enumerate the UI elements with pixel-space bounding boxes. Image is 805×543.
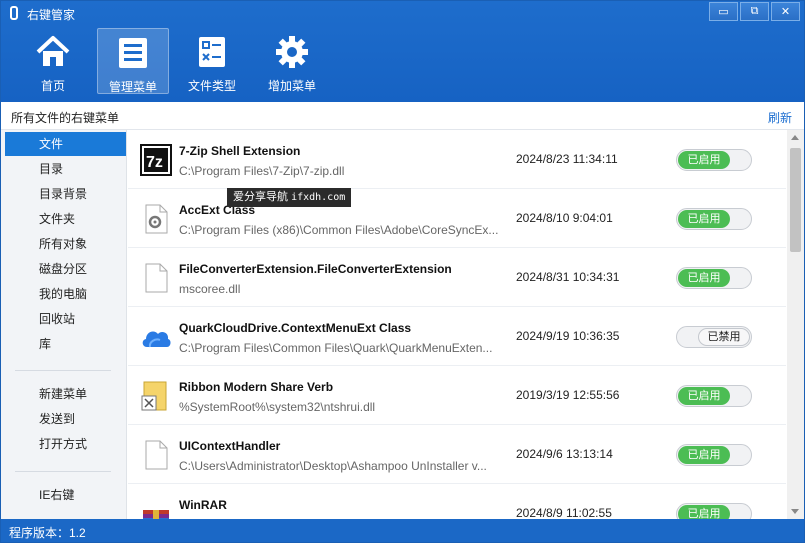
entry-time: 2024/8/9 11:02:55 [516, 506, 612, 519]
status-toggle[interactable]: 已启用 [676, 208, 752, 230]
list-item[interactable]: 7z 7-Zip Shell Extension C:\Program File… [128, 130, 786, 189]
entry-name: QuarkCloudDrive.ContextMenuExt Class [179, 321, 412, 335]
scroll-down-icon[interactable] [791, 509, 799, 514]
winrar-icon [143, 510, 169, 519]
entry-path: %SystemRoot%\system32\ntshrui.dll [179, 400, 376, 414]
close-button[interactable]: ✕ [771, 2, 800, 21]
sidebar-item-new-menu[interactable]: 新建菜单 [5, 382, 126, 406]
title-bar: 右键管家 ▭ ⧉ ✕ [1, 1, 804, 25]
header: 右键管家 ▭ ⧉ ✕ 首页 管理菜单 文件类型 增加菜单 [1, 1, 804, 102]
list-item[interactable]: FileConverterExtension.FileConverterExte… [128, 248, 786, 307]
entry-path: C:\Program Files\Common Files\Quark\Quar… [179, 341, 493, 355]
tool-home[interactable]: 首页 [17, 28, 89, 94]
svg-text:7z: 7z [146, 154, 163, 171]
entry-name: FileConverterExtension.FileConverterExte… [179, 262, 452, 276]
list-item[interactable]: QuarkCloudDrive.ContextMenuExt Class C:\… [128, 307, 786, 366]
sidebar-item-ie-context[interactable]: IE右键 [5, 483, 126, 507]
tool-home-label: 首页 [40, 79, 65, 93]
section-title: 所有文件的右键菜单 [11, 111, 120, 125]
watermark-tooltip: 爱分享导航 ifxdh.com [227, 188, 352, 207]
sub-header: 所有文件的右键菜单 刷新 [1, 102, 804, 130]
entry-name: WinRAR [179, 498, 227, 512]
blank-file-icon [145, 440, 168, 470]
sidebar-item-my-computer[interactable]: 我的电脑 [5, 282, 126, 306]
tool-file-type-label: 文件类型 [187, 79, 236, 93]
7zip-icon: 7z [140, 144, 172, 176]
status-toggle[interactable]: 已启用 [676, 444, 752, 466]
sidebar-item-send-to[interactable]: 发送到 [5, 407, 126, 431]
vertical-scrollbar[interactable] [787, 130, 804, 519]
sidebar-item-folder[interactable]: 文件夹 [5, 207, 126, 231]
restore-button[interactable]: ⧉ [740, 2, 769, 21]
status-bar: 程序版本：1.2 [1, 519, 804, 542]
sidebar-item-directory-background[interactable]: 目录背景 [5, 182, 126, 206]
entry-time: 2024/9/6 13:13:14 [516, 447, 613, 461]
entry-time: 2024/8/31 10:34:31 [516, 270, 620, 284]
status-label: 已禁用 [698, 328, 750, 346]
sidebar: 文件 目录 目录背景 文件夹 所有对象 磁盘分区 我的电脑 回收站 库 新建菜单… [1, 130, 127, 519]
watermark-url: ifxdh.com [291, 192, 346, 203]
toolbar: 首页 管理菜单 文件类型 增加菜单 [1, 25, 804, 102]
sidebar-item-open-with[interactable]: 打开方式 [5, 432, 126, 456]
status-toggle[interactable]: 已启用 [676, 503, 752, 519]
status-label: 已启用 [678, 210, 730, 228]
tool-manage-menu-label: 管理菜单 [108, 80, 157, 94]
sidebar-item-recycle-bin[interactable]: 回收站 [5, 307, 126, 331]
window-title: 右键管家 [27, 8, 76, 22]
status-label: 已启用 [678, 505, 730, 519]
sidebar-item-disk-partition[interactable]: 磁盘分区 [5, 257, 126, 281]
entry-name: 7-Zip Shell Extension [179, 144, 301, 158]
home-icon [36, 36, 70, 66]
window-controls: ▭ ⧉ ✕ [707, 2, 800, 21]
menu-list-icon [119, 38, 147, 68]
watermark-text: 爱分享导航 [233, 191, 288, 203]
status-label: 已启用 [678, 446, 730, 464]
cloud-icon [142, 331, 171, 348]
scroll-thumb[interactable] [790, 148, 801, 252]
status-label: 已启用 [678, 387, 730, 405]
refresh-link[interactable]: 刷新 [768, 109, 792, 126]
tool-add-menu-label: 增加菜单 [267, 79, 316, 93]
settings-file-icon [145, 204, 168, 234]
gear-icon [276, 36, 308, 68]
sidebar-item-file[interactable]: 文件 [5, 132, 126, 156]
entry-path: C:\Users\Administrator\Desktop\Ashampoo … [179, 459, 487, 473]
entry-path: C:\Program Files\7-Zip\7-zip.dll [179, 164, 345, 178]
status-toggle[interactable]: 已启用 [676, 149, 752, 171]
tool-file-type[interactable]: 文件类型 [176, 28, 248, 94]
status-toggle[interactable]: 已启用 [676, 385, 752, 407]
sidebar-divider [15, 471, 111, 472]
blank-file-icon [145, 263, 168, 293]
entry-time: 2024/9/19 10:36:35 [516, 329, 620, 343]
list-item[interactable]: UIContextHandler C:\Users\Administrator\… [128, 425, 786, 484]
entry-name: Ribbon Modern Share Verb [179, 380, 334, 394]
share-folder-icon [141, 381, 167, 411]
entry-time: 2019/3/19 12:55:56 [516, 388, 620, 402]
app-icon [10, 6, 18, 20]
entry-time: 2024/8/23 11:34:11 [516, 152, 618, 166]
app-window: 右键管家 ▭ ⧉ ✕ 首页 管理菜单 文件类型 增加菜单 所有文件的右键菜单 刷… [0, 0, 805, 543]
sidebar-item-library[interactable]: 库 [5, 332, 126, 356]
status-label: 已启用 [678, 151, 730, 169]
minimize-button[interactable]: ▭ [709, 2, 738, 21]
status-toggle[interactable]: 已禁用 [676, 326, 752, 348]
sidebar-item-all-objects[interactable]: 所有对象 [5, 232, 126, 256]
version-text: 程序版本：1.2 [9, 526, 86, 540]
entry-time: 2024/8/10 9:04:01 [516, 211, 613, 225]
file-type-icon [199, 37, 225, 67]
tool-add-menu[interactable]: 增加菜单 [256, 28, 328, 94]
entry-path: mscoree.dll [179, 282, 241, 296]
entry-name: UIContextHandler [179, 439, 281, 453]
entry-path: C:\Program Files (x86)\Common Files\Adob… [179, 223, 499, 237]
status-toggle[interactable]: 已启用 [676, 267, 752, 289]
list-item[interactable]: Ribbon Modern Share Verb %SystemRoot%\sy… [128, 366, 786, 425]
sidebar-divider [15, 370, 111, 371]
status-label: 已启用 [678, 269, 730, 287]
scroll-up-icon[interactable] [791, 135, 799, 140]
list-item[interactable]: WinRAR 2024/8/9 11:02:55 已启用 [128, 484, 786, 519]
sidebar-item-directory[interactable]: 目录 [5, 157, 126, 181]
tool-manage-menu[interactable]: 管理菜单 [97, 28, 169, 94]
